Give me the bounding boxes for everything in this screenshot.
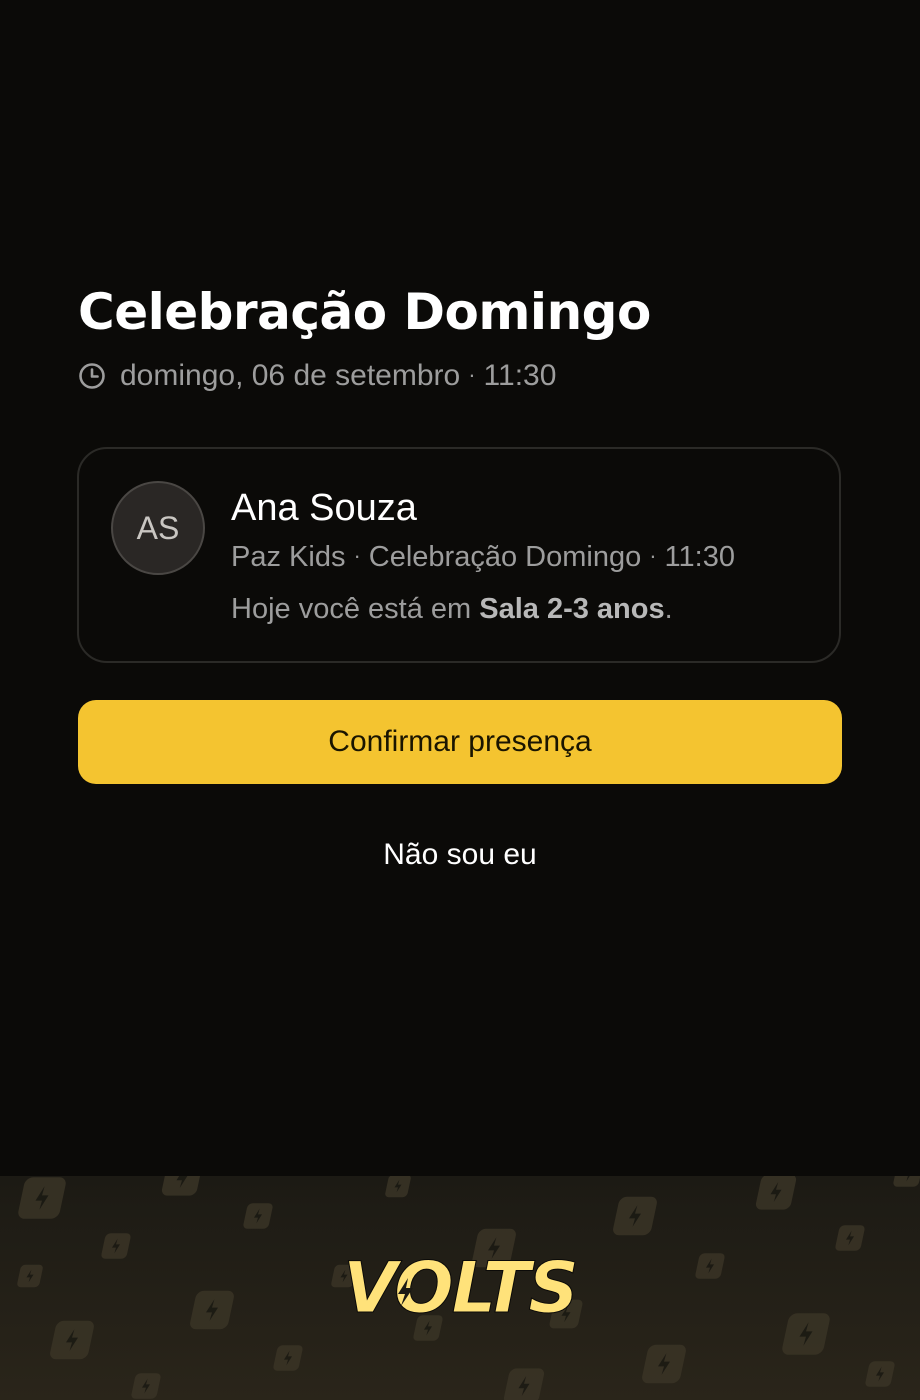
clock-icon [78, 362, 106, 390]
event-time: 11:30 [483, 359, 557, 392]
volts-logo: VOLTS [343, 1254, 580, 1326]
room-assignment: Hoje você está em Sala 2-3 anos. [231, 593, 673, 626]
room-prefix: Hoje você está em [231, 593, 472, 625]
ministry-name: Paz Kids [231, 541, 346, 573]
event-date: domingo, 06 de setembro [120, 359, 461, 392]
confirm-presence-button[interactable]: Confirmar presença [78, 700, 842, 784]
separator-dot: · [353, 543, 361, 568]
brand-footer: VOLTS [0, 1176, 920, 1400]
not-me-link[interactable]: Não sou eu [0, 838, 920, 872]
event-title: Celebração Domingo [78, 283, 651, 341]
card-event-name: Celebração Domingo [368, 541, 642, 573]
event-datetime: domingo, 06 de setembro · 11:30 [78, 356, 556, 396]
card-event-time: 11:30 [664, 541, 735, 573]
separator-dot: · [649, 543, 657, 568]
attendee-card: AS Ana Souza Paz Kids · Celebração Domingo… [77, 447, 841, 663]
checkin-screen: Celebração Domingo domingo, 06 de setemb… [0, 0, 920, 1400]
room-name: Sala 2-3 anos [479, 593, 665, 625]
room-suffix: . [664, 593, 673, 625]
attendee-meta: Paz Kids · Celebração Domingo · 11:30 [231, 541, 735, 574]
avatar: AS [111, 481, 205, 575]
svg-text:VOLTS: VOLTS [343, 1254, 577, 1326]
separator-dot: · [468, 362, 476, 387]
attendee-name: Ana Souza [231, 487, 417, 529]
